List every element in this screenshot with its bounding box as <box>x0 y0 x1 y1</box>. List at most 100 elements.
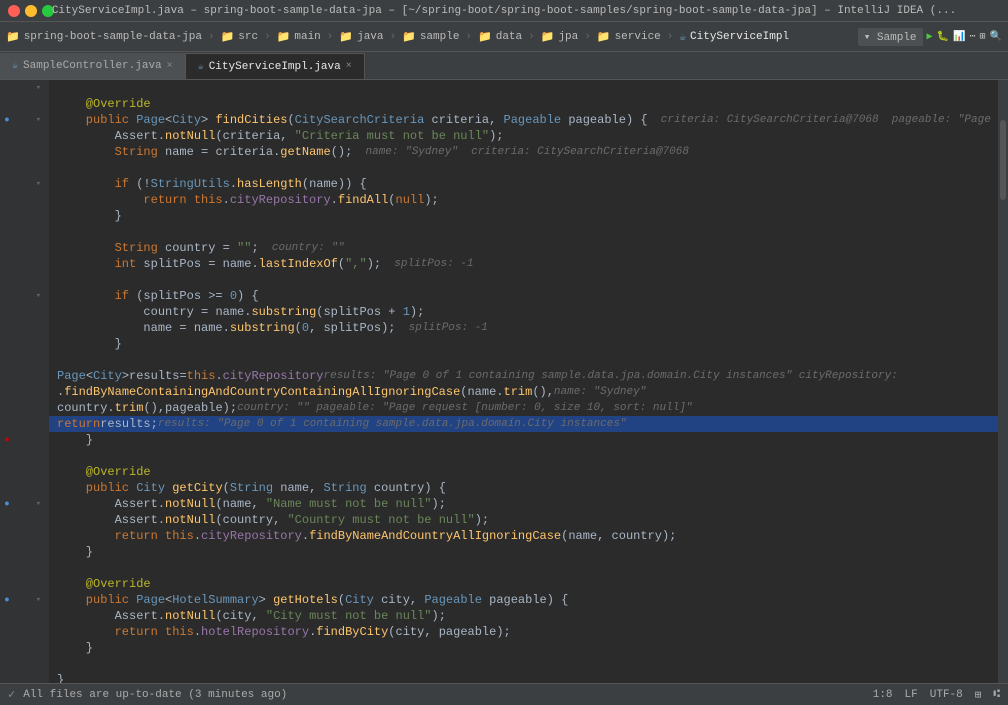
gutter-line <box>14 480 49 496</box>
code-line: } <box>49 640 998 656</box>
margin-line <box>0 560 14 576</box>
margin-line <box>0 208 14 224</box>
code-line: Assert.notNull(city, "City must not be n… <box>49 608 998 624</box>
gutter-line <box>14 128 49 144</box>
tab-sample-controller[interactable]: ☕ SampleController.java × <box>0 53 186 79</box>
code-line <box>49 656 998 672</box>
nav-service[interactable]: service <box>615 31 661 43</box>
gutter-line <box>14 448 49 464</box>
margin-line: ● <box>0 496 14 512</box>
gutter-line <box>14 656 49 672</box>
gutter-line <box>14 384 49 400</box>
status-message: All files are up-to-date (3 minutes ago) <box>23 689 287 701</box>
tab-bar: ☕ SampleController.java × ☕ CityServiceI… <box>0 52 1008 80</box>
nav-jpa[interactable]: jpa <box>558 31 578 43</box>
cursor-position[interactable]: 1:8 <box>873 689 893 701</box>
code-line: if (splitPos >= 0) { <box>49 288 998 304</box>
jpa-icon: 📁 <box>541 30 555 44</box>
margin-line <box>0 480 14 496</box>
gutter-line <box>14 432 49 448</box>
run-controls: ▾ Sample ▶ 🐛 📊 ⋯ ⊞ 🔍 <box>858 28 1002 46</box>
close-button[interactable] <box>8 5 20 17</box>
search-button[interactable]: 🔍 <box>990 31 1002 43</box>
gutter-line <box>14 608 49 624</box>
coverage-button[interactable]: 📊 <box>953 31 965 43</box>
java-icon: 📁 <box>339 30 353 44</box>
vcs-icon: ⑆ <box>993 689 1000 701</box>
margin-line <box>0 672 14 683</box>
run-button[interactable]: ▶ <box>927 31 933 43</box>
code-line <box>49 352 998 368</box>
margin-line <box>0 80 14 96</box>
more-button[interactable]: ⋯ <box>969 31 975 43</box>
margin-line <box>0 512 14 528</box>
gutter-line <box>14 416 49 432</box>
nav-file[interactable]: CityServiceImpl <box>690 31 789 43</box>
tab-close-sample[interactable]: × <box>167 61 173 72</box>
tab-close-city[interactable]: × <box>346 61 352 72</box>
vertical-scrollbar[interactable] <box>998 80 1008 683</box>
minimize-button[interactable] <box>25 5 37 17</box>
code-line: } <box>49 672 998 683</box>
margin-line <box>0 272 14 288</box>
gutter-line <box>14 224 49 240</box>
gutter-line <box>14 560 49 576</box>
nav-main[interactable]: main <box>294 31 320 43</box>
code-line <box>49 80 998 96</box>
gutter-line <box>14 624 49 640</box>
nav-sample[interactable]: sample <box>420 31 460 43</box>
gutter-line <box>14 256 49 272</box>
layout-button[interactable]: ⊞ <box>980 31 986 43</box>
margin-line <box>0 160 14 176</box>
gutter-line <box>14 352 49 368</box>
margin-line <box>0 528 14 544</box>
line-separator[interactable]: LF <box>905 689 918 701</box>
debug-button[interactable]: 🐛 <box>937 31 949 43</box>
sample-icon: 📁 <box>402 30 416 44</box>
run-config-label: ▾ Sample <box>858 28 923 46</box>
nav-data[interactable]: data <box>496 31 522 43</box>
project-name[interactable]: spring-boot-sample-data-jpa <box>24 31 202 43</box>
margin-line <box>0 416 14 432</box>
code-line-highlighted: return results; results: "Page 0 of 1 co… <box>49 416 998 432</box>
margin-line <box>0 448 14 464</box>
margin-line-error: ● <box>0 432 14 448</box>
code-line: return this.cityRepository.findAll(null)… <box>49 192 998 208</box>
gutter-line: ▾ <box>14 176 49 192</box>
line-number-gutter: ▾ ▾ ▾ ▾ ▾ ▾ <box>14 80 49 683</box>
gutter-line: ▾ <box>14 288 49 304</box>
tab-label-city: CityServiceImpl.java <box>209 61 341 73</box>
code-line: @Override <box>49 464 998 480</box>
margin-line <box>0 368 14 384</box>
code-line: Assert.notNull(name, "Name must not be n… <box>49 496 998 512</box>
nav-src[interactable]: src <box>238 31 258 43</box>
code-line: } <box>49 208 998 224</box>
gutter-line <box>14 240 49 256</box>
code-line: Page<City> results = this.cityRepository… <box>49 368 998 384</box>
code-line: } <box>49 432 998 448</box>
tab-city-service-impl[interactable]: ☕ CityServiceImpl.java × <box>186 53 365 79</box>
scroll-thumb[interactable] <box>1000 120 1006 200</box>
window-controls[interactable] <box>8 5 54 17</box>
margin-line <box>0 128 14 144</box>
code-line: public Page<HotelSummary> getHotels(City… <box>49 592 998 608</box>
code-editor[interactable]: @Override public Page<City> findCities(C… <box>49 80 998 683</box>
code-line: public City getCity(String name, String … <box>49 480 998 496</box>
gutter-line <box>14 96 49 112</box>
encoding[interactable]: UTF-8 <box>930 689 963 701</box>
gutter-line <box>14 336 49 352</box>
code-line: @Override <box>49 576 998 592</box>
left-margin: ● ● ● ● <box>0 80 14 683</box>
code-line: country = name.substring(splitPos + 1); <box>49 304 998 320</box>
nav-java[interactable]: java <box>357 31 383 43</box>
project-icon: 📁 <box>6 30 20 44</box>
gutter-line <box>14 512 49 528</box>
code-line: } <box>49 336 998 352</box>
status-bar: ✓ All files are up-to-date (3 minutes ag… <box>0 683 1008 705</box>
code-line: return this.hotelRepository.findByCity(c… <box>49 624 998 640</box>
code-line: int splitPos = name.lastIndexOf(","); sp… <box>49 256 998 272</box>
code-line: .findByNameContainingAndCountryContainin… <box>49 384 998 400</box>
gutter-line: ▾ <box>14 592 49 608</box>
gutter-line <box>14 144 49 160</box>
gutter-line: ▾ <box>14 112 49 128</box>
